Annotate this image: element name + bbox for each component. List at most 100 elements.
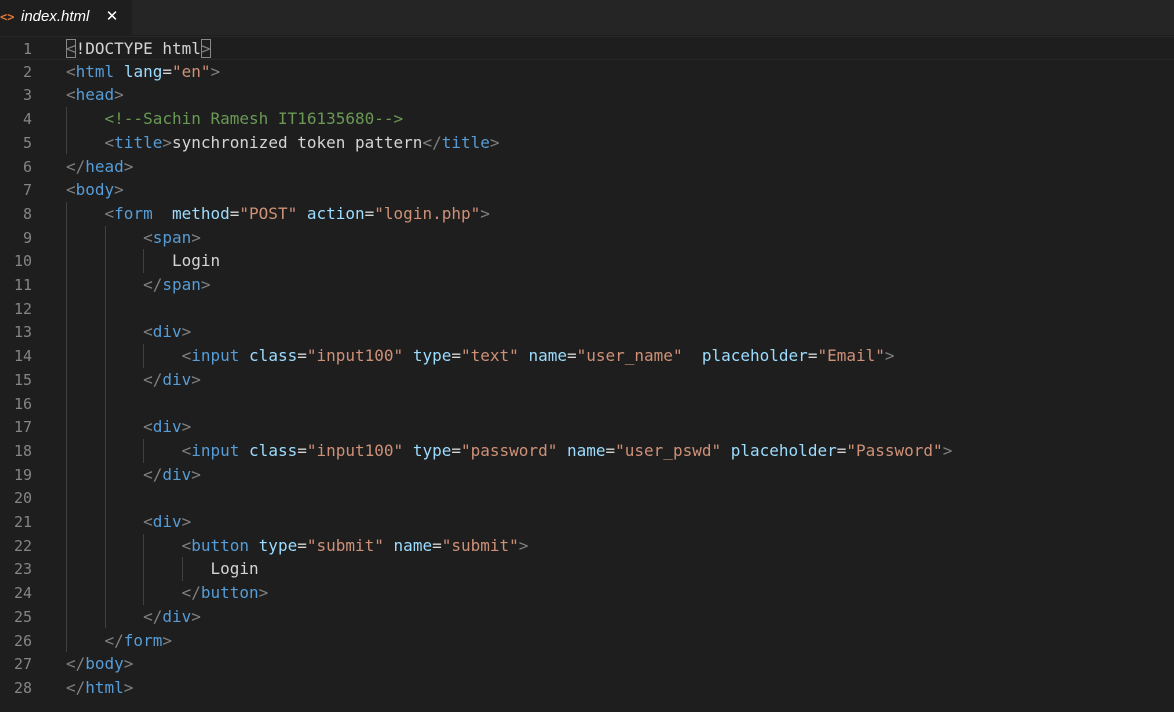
line-number: 1 xyxy=(22,40,32,58)
code-token: type xyxy=(412,346,452,366)
code-line[interactable]: 16 xyxy=(0,392,1174,416)
code-token: div xyxy=(162,464,192,484)
line-number: 18 xyxy=(13,441,32,460)
code-text: </html> xyxy=(66,676,133,700)
code-text: <div> xyxy=(66,320,191,344)
code-token: "password" xyxy=(461,440,558,460)
code-line[interactable]: 27 </body> xyxy=(0,652,1174,676)
code-token: = xyxy=(432,535,442,555)
code-token: > xyxy=(181,322,192,342)
code-text: <button type="submit" name="submit"> xyxy=(66,534,529,558)
code-line[interactable]: 15 </div> xyxy=(0,368,1174,392)
code-token: < xyxy=(143,417,153,437)
code-token: > xyxy=(114,85,124,105)
line-number: 4 xyxy=(22,110,32,129)
code-line[interactable]: 20 xyxy=(0,486,1174,510)
code-line[interactable]: 7 <body> xyxy=(0,178,1174,202)
code-line[interactable]: 25 </div> xyxy=(0,605,1174,629)
code-token: title xyxy=(441,132,490,152)
code-token: body xyxy=(85,654,124,674)
code-token: > xyxy=(489,132,500,152)
line-number: 23 xyxy=(13,560,32,579)
line-number: 7 xyxy=(22,181,32,200)
code-token: </ xyxy=(181,583,201,603)
line-number: 10 xyxy=(13,252,32,271)
code-token: = xyxy=(297,440,307,460)
code-line[interactable]: 28 </html> xyxy=(0,676,1174,700)
line-number: 17 xyxy=(13,418,32,437)
code-line[interactable]: 23 Login xyxy=(0,557,1174,581)
code-line[interactable]: 3 <head> xyxy=(0,83,1174,107)
code-token: > xyxy=(210,61,221,81)
code-line[interactable]: 26 </form> xyxy=(0,629,1174,653)
tab-filename[interactable]: index.html xyxy=(21,8,89,26)
code-token: </ xyxy=(143,275,163,294)
indent-guide xyxy=(66,201,67,653)
code-token: < xyxy=(66,85,76,105)
code-line[interactable]: 24 </button> xyxy=(0,581,1174,605)
code-token: < xyxy=(143,227,153,247)
code-line[interactable]: 18 <input class="input100" type="passwor… xyxy=(0,439,1174,463)
code-line[interactable]: 12 xyxy=(0,297,1174,321)
close-icon[interactable]: ✕ xyxy=(104,7,120,25)
line-number: 16 xyxy=(13,394,32,413)
code-token: > xyxy=(123,654,134,674)
code-text: <div> xyxy=(66,415,191,439)
code-text: </div> xyxy=(66,368,201,392)
code-token: > xyxy=(518,535,529,555)
code-line[interactable]: 21 <div> xyxy=(0,510,1174,534)
code-token: title xyxy=(114,132,163,152)
code-token: placeholder xyxy=(701,346,808,366)
code-line[interactable]: 17 <div> xyxy=(0,415,1174,439)
code-line[interactable]: 6 </head> xyxy=(0,155,1174,179)
code-token: action xyxy=(306,203,365,223)
line-number: 28 xyxy=(13,678,32,697)
code-token: > xyxy=(884,346,895,366)
code-editor[interactable]: 1 <!DOCTYPE html> 2 <html lang="en"> 3 <head>… xyxy=(0,35,1174,712)
line-number: 3 xyxy=(22,86,32,105)
code-line[interactable]: 5 <title>synchronized token pattern</tit… xyxy=(0,131,1174,155)
line-number: 6 xyxy=(22,157,32,176)
code-line[interactable]: 14 <input class="input100" type="text" n… xyxy=(0,344,1174,368)
code-token: placeholder xyxy=(730,440,837,460)
code-line[interactable]: 10 Login xyxy=(0,249,1174,273)
code-line[interactable]: 9 <span> xyxy=(0,226,1174,250)
code-line[interactable]: 2 <html lang="en"> xyxy=(0,60,1174,84)
code-line[interactable]: 13 <div> xyxy=(0,320,1174,344)
tab-index-html[interactable]: <> index.html ✕ xyxy=(0,0,132,35)
code-token: "submit" xyxy=(306,535,384,555)
code-text: <!DOCTYPE html> xyxy=(66,37,211,61)
code-token: > xyxy=(162,630,172,650)
code-line[interactable]: 11 </span> xyxy=(0,273,1174,297)
code-token: head xyxy=(85,156,124,176)
code-line[interactable]: 1 <!DOCTYPE html> xyxy=(0,36,1174,60)
tab-bar: <> index.html ✕ xyxy=(0,0,1174,35)
code-token: type xyxy=(258,535,298,555)
code-text: </span> xyxy=(66,273,210,297)
code-line[interactable]: 22 <button type="submit" name="submit"> xyxy=(0,534,1174,558)
code-token: Login xyxy=(210,559,259,579)
code-token: "login.php" xyxy=(374,203,481,223)
code-text: <!--Sachin Ramesh IT16135680--> xyxy=(66,107,404,131)
code-token: "user_pswd" xyxy=(615,440,722,460)
code-token: <!--Sachin Ramesh IT16135680--> xyxy=(104,109,404,129)
line-number: 26 xyxy=(13,631,32,650)
code-token: !DOCTYPE html xyxy=(75,39,201,58)
code-text: </form> xyxy=(66,629,172,653)
code-line[interactable]: 4 <!--Sachin Ramesh IT16135680--> xyxy=(0,107,1174,131)
code-token: = xyxy=(297,346,307,366)
code-token: name xyxy=(393,535,433,555)
code-line[interactable]: 19 </div> xyxy=(0,463,1174,487)
code-text: <input class="input100" type="password" … xyxy=(66,439,953,463)
code-token: button xyxy=(200,583,259,603)
code-token: < xyxy=(66,61,76,81)
code-line[interactable]: 8 <form method="POST" action="login.php"… xyxy=(0,202,1174,226)
